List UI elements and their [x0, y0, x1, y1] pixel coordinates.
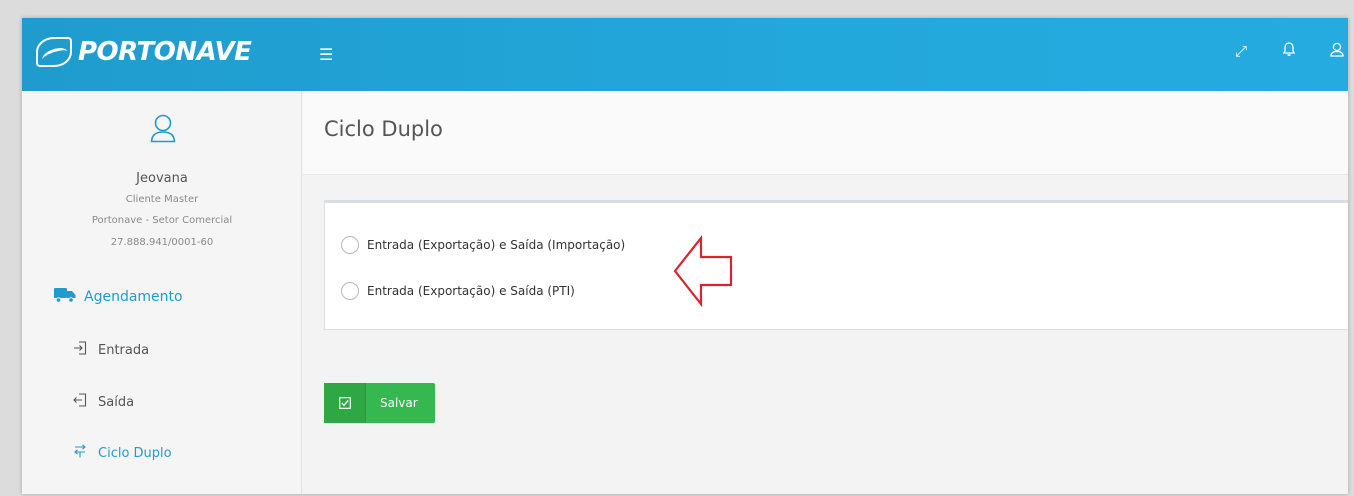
user-avatar-icon: [150, 113, 176, 143]
options-panel: Entrada (Exportação) e Saída (Importação…: [324, 200, 1348, 330]
user-company: Portonave - Setor Comercial: [91, 215, 233, 226]
sidebar-item-saida[interactable]: Saída: [72, 393, 134, 411]
logo[interactable]: PORTONAVE: [36, 30, 252, 74]
save-button-label: Salvar: [380, 396, 418, 410]
option-label: Entrada (Exportação) e Saída (Importação…: [367, 238, 626, 252]
sidebar-item-label: Entrada: [98, 342, 150, 358]
arrow-left-annotation-icon: [673, 234, 735, 311]
page-header: Ciclo Duplo: [303, 91, 1348, 175]
sidebar-item-label: Ciclo Duplo: [98, 445, 172, 461]
main-content: Ciclo Duplo Entrada (Exportação) e Saída…: [303, 91, 1348, 494]
expand-icon[interactable]: ⤢: [1230, 42, 1252, 61]
save-button[interactable]: Salvar: [324, 383, 435, 423]
user-name: Jeovana: [136, 171, 188, 186]
sidebar-item-label: Saída: [98, 394, 135, 410]
radio-button[interactable]: [341, 282, 359, 300]
sidebar: Jeovana Cliente Master Portonave - Setor…: [22, 91, 302, 494]
check-square-icon: [324, 383, 366, 423]
user-icon[interactable]: [1326, 42, 1348, 61]
cycle-icon: [72, 444, 88, 462]
option-exportacao-importacao[interactable]: Entrada (Exportação) e Saída (Importação…: [341, 236, 625, 254]
app-window: PORTONAVE ☰ ⤢ Jeovana Cliente Master Por…: [22, 18, 1348, 494]
sidebar-section-label: Agendamento: [84, 289, 183, 305]
sidebar-section-agendamento[interactable]: Agendamento: [54, 287, 183, 307]
radio-button[interactable]: [341, 236, 359, 254]
user-role: Cliente Master: [125, 194, 199, 205]
exit-icon: [72, 393, 88, 411]
top-icons: ⤢: [1230, 42, 1348, 61]
truck-icon: [54, 287, 76, 307]
page-title: Ciclo Duplo: [324, 117, 443, 141]
hamburger-icon[interactable]: ☰: [319, 45, 333, 64]
sidebar-item-ciclo-duplo[interactable]: Ciclo Duplo: [72, 444, 172, 462]
user-document: 27.888.941/0001-60: [110, 237, 214, 248]
top-bar: PORTONAVE ☰ ⤢: [22, 18, 1348, 91]
logo-mark-icon: [36, 37, 72, 67]
sidebar-item-entrada[interactable]: Entrada: [72, 341, 149, 359]
bell-icon[interactable]: [1278, 42, 1300, 61]
option-label: Entrada (Exportação) e Saída (PTI): [367, 284, 575, 298]
logo-text: PORTONAVE: [78, 37, 252, 67]
option-exportacao-pti[interactable]: Entrada (Exportação) e Saída (PTI): [341, 282, 575, 300]
enter-icon: [72, 341, 88, 359]
